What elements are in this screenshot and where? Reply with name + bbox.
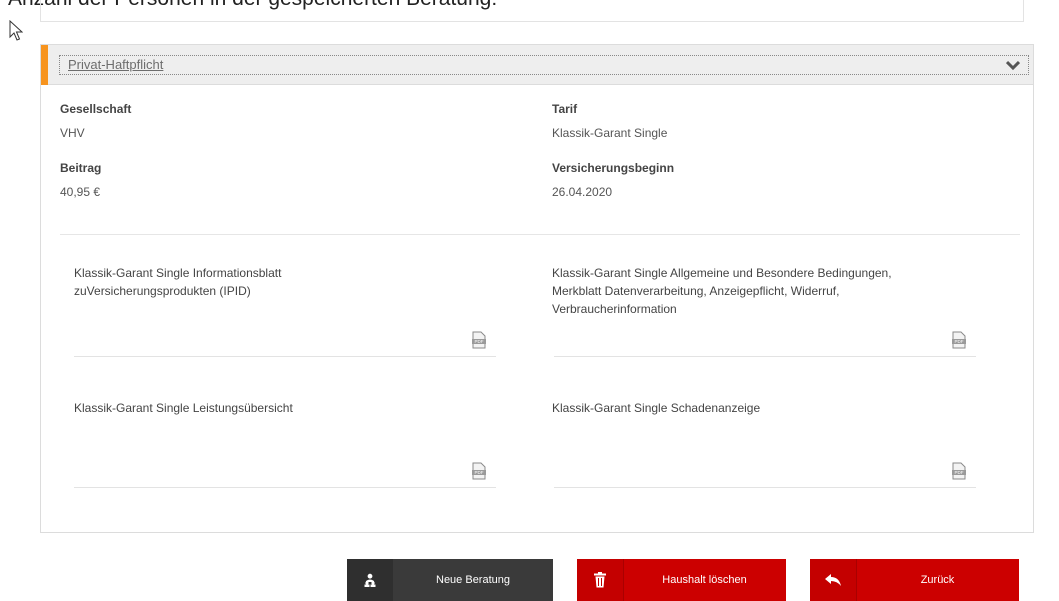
company-label: Gesellschaft xyxy=(60,102,132,116)
delete-household-button[interactable]: Haushalt löschen xyxy=(577,559,786,601)
pdf-icon[interactable]: PDF xyxy=(471,331,487,349)
premium-label: Beitrag xyxy=(60,161,102,175)
tariff-label: Tarif xyxy=(552,102,578,116)
new-consultation-button[interactable]: Neue Beratung xyxy=(347,559,553,601)
back-arrow-icon xyxy=(810,559,857,601)
document-separator xyxy=(74,356,496,357)
back-button[interactable]: Zurück xyxy=(810,559,1019,601)
svg-text:PDF: PDF xyxy=(955,339,964,344)
document-title-line: zuVersicherungsprodukten (IPID) xyxy=(74,284,251,298)
company-value: VHV xyxy=(60,126,85,140)
previous-panel-edge xyxy=(40,0,1024,22)
mouse-cursor-icon xyxy=(9,20,23,41)
document-title-line: Klassik-Garant Single Informationsblatt xyxy=(74,266,282,280)
pdf-icon[interactable]: PDF xyxy=(471,462,487,480)
start-date-label: Versicherungsbeginn xyxy=(552,161,675,175)
back-label: Zurück xyxy=(920,574,955,586)
pdf-icon[interactable]: PDF xyxy=(951,462,967,480)
document-title-line: Verbraucherinformation xyxy=(552,302,677,316)
tariff-value: Klassik-Garant Single xyxy=(552,126,668,140)
insurance-panel: Privat-Haftpflicht Gesellschaft VHV Tari… xyxy=(40,44,1034,533)
document-separator xyxy=(554,487,976,488)
accordion-title[interactable]: Privat-Haftpflicht xyxy=(68,57,163,72)
section-divider xyxy=(60,234,1020,235)
pdf-icon[interactable]: PDF xyxy=(951,331,967,349)
document-separator xyxy=(74,487,496,488)
document-benefits[interactable]: Klassik-Garant Single Leistungsübersicht xyxy=(74,399,293,417)
trash-icon xyxy=(577,559,624,601)
users-icon xyxy=(347,559,393,601)
document-separator xyxy=(554,356,976,357)
document-title-line: Merkblatt Datenverarbeitung, Anzeigepfli… xyxy=(552,284,840,298)
premium-value: 40,95 € xyxy=(60,185,101,199)
document-conditions[interactable]: Klassik-Garant Single Allgemeine und Bes… xyxy=(552,264,892,318)
document-title-line: Klassik-Garant Single Leistungsübersicht xyxy=(74,401,293,415)
start-date-value: 26.04.2020 xyxy=(552,185,613,199)
chevron-down-icon[interactable] xyxy=(1006,59,1020,71)
svg-text:PDF: PDF xyxy=(955,470,964,475)
delete-household-label: Haushalt löschen xyxy=(662,574,747,586)
document-title-line: Klassik-Garant Single Schadenanzeige xyxy=(552,401,761,415)
document-title-line: Klassik-Garant Single Allgemeine und Bes… xyxy=(552,266,892,280)
svg-text:PDF: PDF xyxy=(475,339,484,344)
document-ipid[interactable]: Klassik-Garant Single Informationsblatt … xyxy=(74,264,281,300)
accordion-accent-bar xyxy=(41,45,48,85)
new-consultation-label: Neue Beratung xyxy=(436,574,510,586)
accordion-focus-frame[interactable]: Privat-Haftpflicht xyxy=(59,55,1029,75)
svg-text:PDF: PDF xyxy=(475,470,484,475)
accordion-header[interactable]: Privat-Haftpflicht xyxy=(41,45,1033,85)
document-claim-form[interactable]: Klassik-Garant Single Schadenanzeige xyxy=(552,399,760,417)
